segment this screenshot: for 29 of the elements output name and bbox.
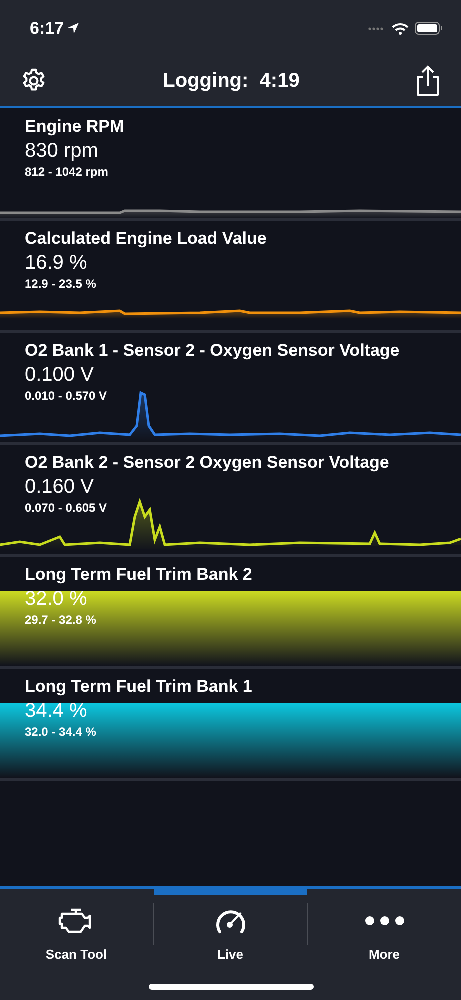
gauge-value: 0.160 V bbox=[25, 475, 94, 500]
gauge-range: 812 - 1042 rpm bbox=[25, 164, 108, 180]
gauge-title: O2 Bank 2 - Sensor 2 Oxygen Sensor Voltage bbox=[25, 452, 390, 474]
gauge-value: 34.4 % bbox=[25, 699, 88, 724]
gauge-range: 29.7 - 32.8 % bbox=[25, 612, 96, 628]
status-time: 6:17 bbox=[30, 18, 64, 40]
tab[interactable]: Live bbox=[154, 889, 307, 965]
gauge-range: 32.0 - 34.4 % bbox=[25, 724, 96, 740]
gauge-title: Engine RPM bbox=[25, 116, 124, 138]
gauge-title: Long Term Fuel Trim Bank 2 bbox=[25, 564, 252, 586]
gauge-range: 0.010 - 0.570 V bbox=[25, 388, 108, 404]
gauge-value: 16.9 % bbox=[25, 251, 88, 276]
wifi-icon bbox=[392, 22, 409, 34]
gauge-value: 32.0 % bbox=[25, 587, 88, 612]
tab[interactable]: More bbox=[308, 889, 461, 965]
gauge-range: 12.9 - 23.5 % bbox=[25, 276, 96, 292]
header-title: Logging: 4:19 bbox=[163, 68, 300, 94]
gauge-value: 0.100 V bbox=[25, 363, 94, 388]
location-arrow-icon bbox=[68, 23, 80, 34]
signal-icon bbox=[368, 26, 386, 30]
gauge-title: Calculated Engine Load Value bbox=[25, 228, 267, 250]
gauge-range: 0.070 - 0.605 V bbox=[25, 500, 108, 516]
share-icon[interactable] bbox=[414, 64, 441, 96]
gauge-title: Long Term Fuel Trim Bank 1 bbox=[25, 676, 252, 698]
gauge-title: O2 Bank 1 - Sensor 2 - Oxygen Sensor Voltage bbox=[25, 340, 400, 362]
tab[interactable]: Scan Tool bbox=[0, 889, 153, 965]
battery-icon bbox=[415, 22, 443, 35]
more-icon bbox=[364, 916, 404, 926]
gauge-value: 830 rpm bbox=[25, 139, 98, 164]
